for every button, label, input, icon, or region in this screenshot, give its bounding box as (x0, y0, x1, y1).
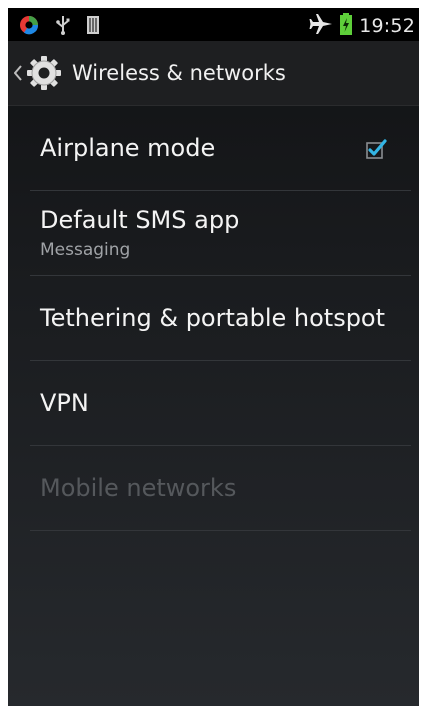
default-sms-app-label: Default SMS app (40, 206, 240, 234)
sim-icon (86, 15, 100, 39)
airplane-mode-label: Airplane mode (40, 134, 216, 162)
airplane-icon (309, 13, 333, 39)
system-icons: 19:52 (309, 12, 415, 40)
mobile-networks-item: Mobile networks (30, 446, 411, 531)
tethering-hotspot-label: Tethering & portable hotspot (40, 304, 386, 332)
airplane-mode-item[interactable]: Airplane mode (30, 106, 411, 191)
settings-list: Airplane mode Default SMS app Messaging … (8, 106, 419, 531)
phone-screen: 19:52 Wireless & networks Airplane mode … (8, 8, 419, 706)
clock: 19:52 (359, 15, 415, 37)
action-bar: Wireless & networks (8, 41, 419, 106)
gear-icon[interactable] (24, 53, 64, 93)
default-sms-app-summary: Messaging (40, 240, 131, 260)
mobile-networks-label: Mobile networks (40, 474, 237, 502)
airplane-mode-checkbox[interactable] (365, 138, 387, 160)
chevron-left-icon[interactable] (8, 41, 22, 105)
vpn-item[interactable]: VPN (30, 361, 411, 446)
notification-icons (18, 14, 100, 40)
tethering-hotspot-item[interactable]: Tethering & portable hotspot (30, 276, 411, 361)
sync-icon (18, 14, 40, 40)
vpn-label: VPN (40, 389, 89, 417)
status-bar: 19:52 (8, 8, 419, 41)
page-title: Wireless & networks (72, 61, 286, 85)
battery-charging-icon (339, 12, 353, 40)
usb-icon (56, 14, 70, 40)
default-sms-app-item[interactable]: Default SMS app Messaging (30, 191, 411, 276)
